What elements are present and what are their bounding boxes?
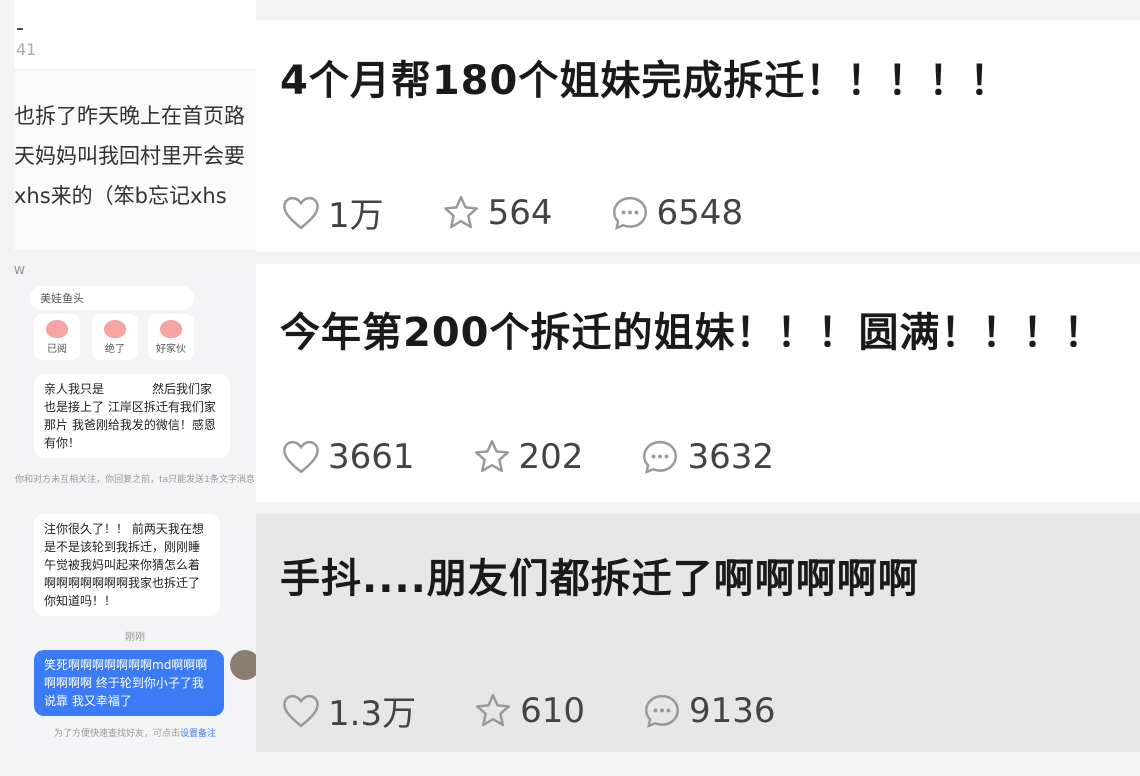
sticker-face-icon	[46, 320, 68, 338]
post-feed: - 41 也拆了昨天晚上在首页路 天妈妈叫我回村里开会要 xhs来的（笨b忘记x…	[0, 0, 1140, 776]
thumb-message: 也拆了昨天晚上在首页路 天妈妈叫我回村里开会要 xhs来的（笨b忘记xhs	[14, 96, 256, 216]
sticker-face-icon	[104, 320, 126, 338]
post-title[interactable]: 4个月帮180个姐妹完成拆迁！！！！！	[280, 48, 1010, 106]
comment-button[interactable]: 3632	[639, 436, 774, 478]
post-thumbnail[interactable]: W 美娃鱼头 已阅 绝了 好家伙 亲人我只是 然后我们家也是接上了 江岸区拆迁有…	[14, 264, 256, 504]
comment-count: 3632	[687, 437, 774, 477]
thumb-line: xhs来的（笨b忘记xhs	[14, 184, 227, 208]
avatar	[230, 650, 256, 680]
favorite-count: 610	[520, 690, 585, 731]
sticker-label: 绝了	[105, 344, 125, 355]
sticker-item: 已阅	[34, 314, 80, 360]
chat-bubble: 注你很久了！！ 前两天我在想是不是该轮到我拆迁，刚刚睡午觉被我妈叫起来你猜怎么着…	[34, 514, 220, 616]
like-count: 3661	[328, 437, 415, 477]
chat-bubble-self: 笑死啊啊啊啊啊啊啊md啊啊啊啊啊啊啊 终于轮到你小子了我说靠 我又幸福了	[34, 650, 224, 716]
sticker-label: 已阅	[47, 344, 67, 355]
post-stats: 1万 564 6548	[280, 188, 799, 237]
star-icon	[443, 195, 478, 228]
sticker-label: 好家伙	[156, 344, 186, 355]
comment-count: 6548	[656, 192, 744, 233]
post-title[interactable]: 手抖....朋友们都拆迁了啊啊啊啊啊	[280, 546, 919, 604]
set-remark-link[interactable]: 设置备注	[180, 729, 216, 739]
thumb-line: 天妈妈叫我回村里开会要	[14, 144, 245, 168]
post-card[interactable]: 4个月帮180个姐妹完成拆迁！！！！！ 1万 564 6548	[256, 20, 1140, 252]
chat-header: W	[14, 264, 25, 277]
post-card[interactable]: 今年第200个拆迁的姐妹！！！圆满！！！！ 3661 202 3632	[256, 264, 1140, 502]
post-stats: 3661 202 3632	[280, 436, 830, 478]
comment-count: 9136	[688, 690, 776, 731]
favorite-button[interactable]: 202	[471, 436, 584, 478]
favorite-button[interactable]: 610	[472, 690, 585, 732]
post-thumbnail[interactable]: 注你很久了！！ 前两天我在想是不是该轮到我拆迁，刚刚睡午觉被我妈叫起来你猜怎么着…	[14, 514, 256, 754]
comment-icon	[612, 196, 647, 230]
post-stats: 1.3万 610 9136	[280, 686, 832, 735]
post-row[interactable]: W 美娃鱼头 已阅 绝了 好家伙 亲人我只是 然后我们家也是接上了 江岸区拆迁有…	[0, 264, 1140, 504]
like-count: 1.3万	[328, 694, 417, 734]
sticker-face-icon	[160, 320, 182, 338]
chat-hint-text: 为了方便快速查找好友，可点击	[53, 729, 180, 739]
like-button[interactable]: 3661	[280, 436, 415, 478]
post-row[interactable]: 注你很久了！！ 前两天我在想是不是该轮到我拆迁，刚刚睡午觉被我妈叫起来你猜怎么着…	[0, 514, 1140, 754]
chat-time: 刚刚	[125, 632, 145, 643]
heart-icon	[283, 440, 319, 474]
heart-icon	[283, 196, 319, 229]
sticker-item: 绝了	[92, 314, 138, 360]
comment-button[interactable]: 6548	[609, 192, 744, 234]
comment-icon	[645, 694, 679, 728]
comment-icon	[643, 440, 678, 474]
heart-icon	[283, 694, 319, 727]
post-thumbnail[interactable]: - 41 也拆了昨天晚上在首页路 天妈妈叫我回村里开会要 xhs来的（笨b忘记x…	[14, 0, 256, 250]
thumb-count: 41	[16, 40, 37, 59]
post-row[interactable]: - 41 也拆了昨天晚上在首页路 天妈妈叫我回村里开会要 xhs来的（笨b忘记x…	[0, 0, 1140, 254]
thumb-username: -	[16, 16, 24, 41]
favorite-button[interactable]: 564	[440, 192, 553, 234]
comment-button[interactable]: 9136	[641, 690, 776, 732]
star-icon	[476, 693, 511, 726]
favorite-count: 202	[518, 437, 584, 477]
like-button[interactable]: 1.3万	[280, 686, 416, 735]
star-icon	[474, 440, 509, 473]
chat-bubble: 亲人我只是 然后我们家也是接上了 江岸区拆迁有我们家那片 我爸刚给我发的微信！感…	[34, 374, 230, 458]
sticker-item: 好家伙	[148, 314, 194, 360]
post-card[interactable]: 手抖....朋友们都拆迁了啊啊啊啊啊 1.3万 610 9136	[256, 514, 1140, 752]
chat-hint: 为了方便快速查找好友，可点击设置备注	[14, 726, 256, 739]
like-button[interactable]: 1万	[280, 188, 384, 237]
chat-tag: 美娃鱼头	[30, 286, 194, 310]
post-title[interactable]: 今年第200个拆迁的姐妹！！！圆满！！！！	[280, 300, 1105, 358]
thumb-header: - 41	[14, 0, 256, 70]
thumb-line: 也拆了昨天晚上在首页路	[14, 104, 245, 128]
chat-footer: 你和对方未互相关注，你回复之前，ta只能发送1条文字消息	[15, 475, 255, 485]
favorite-count: 564	[487, 192, 553, 233]
like-count: 1万	[328, 196, 384, 236]
